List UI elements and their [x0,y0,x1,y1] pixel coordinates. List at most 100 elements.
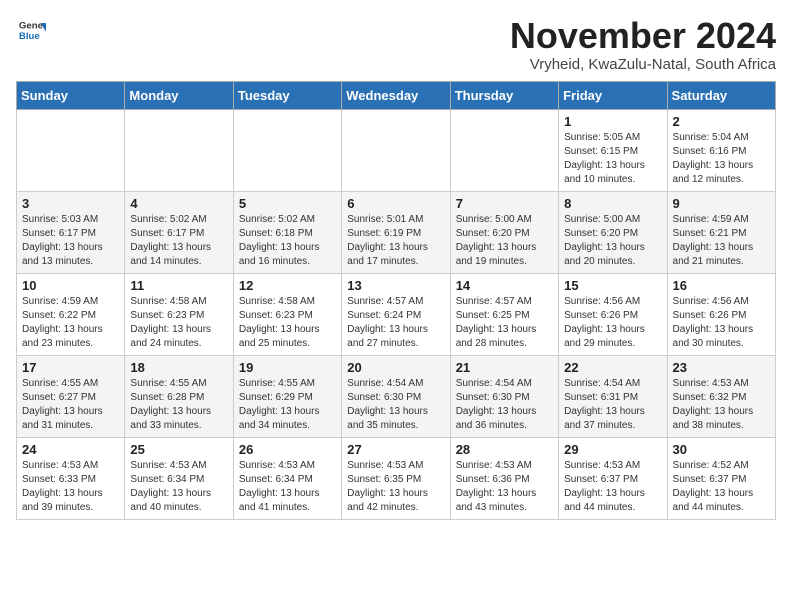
logo-icon: General Blue [18,16,46,44]
day-number: 7 [456,196,553,211]
day-number: 24 [22,442,119,457]
day-info: Sunrise: 4:53 AMSunset: 6:35 PMDaylight:… [347,459,444,515]
day-info: Sunrise: 4:58 AMSunset: 6:23 PMDaylight:… [130,295,227,351]
calendar-day-cell: 21 Sunrise: 4:54 AMSunset: 6:30 PMDayligh… [450,355,558,437]
day-info: Sunrise: 5:03 AMSunset: 6:17 PMDaylight:… [22,213,119,269]
calendar-day-cell: 23 Sunrise: 4:53 AMSunset: 6:32 PMDayligh… [667,355,775,437]
day-number: 12 [239,278,336,293]
day-info: Sunrise: 5:00 AMSunset: 6:20 PMDaylight:… [456,213,553,269]
calendar-week-row: 24Sunrise: 4:53 AMSunset: 6:33 PMDayligh… [17,437,776,519]
calendar-day-cell: 7 Sunrise: 5:00 AMSunset: 6:20 PMDaylight… [450,191,558,273]
calendar-day-cell: 20 Sunrise: 4:54 AMSunset: 6:30 PMDayligh… [342,355,450,437]
day-of-week-header: Monday [125,81,233,109]
logo: General Blue [16,16,46,49]
calendar: SundayMondayTuesdayWednesdayThursdayFrid… [16,81,776,520]
calendar-day-cell: 6Sunrise: 5:01 AMSunset: 6:19 PMDaylight… [342,191,450,273]
day-info: Sunrise: 5:05 AMSunset: 6:15 PMDaylight:… [564,131,661,187]
day-number: 6 [347,196,444,211]
day-number: 27 [347,442,444,457]
day-number: 20 [347,360,444,375]
calendar-day-cell: 28 Sunrise: 4:53 AMSunset: 6:36 PMDayligh… [450,437,558,519]
day-number: 15 [564,278,661,293]
calendar-day-cell: 5Sunrise: 5:02 AMSunset: 6:18 PMDaylight… [233,191,341,273]
day-of-week-header: Friday [559,81,667,109]
day-info: Sunrise: 4:53 AMSunset: 6:37 PMDaylight:… [564,459,661,515]
day-info: Sunrise: 4:54 AMSunset: 6:30 PMDaylight:… [347,377,444,433]
month-title: November 2024 [510,16,776,56]
day-number: 25 [130,442,227,457]
day-number: 30 [673,442,770,457]
calendar-day-cell: 25 Sunrise: 4:53 AMSunset: 6:34 PMDayligh… [125,437,233,519]
day-info: Sunrise: 5:00 AMSunset: 6:20 PMDaylight:… [564,213,661,269]
day-info: Sunrise: 4:58 AMSunset: 6:23 PMDaylight:… [239,295,336,351]
day-number: 10 [22,278,119,293]
day-info: Sunrise: 4:53 AMSunset: 6:34 PMDaylight:… [130,459,227,515]
svg-text:General: General [19,20,46,31]
day-info: Sunrise: 4:55 AMSunset: 6:27 PMDaylight:… [22,377,119,433]
day-of-week-header: Tuesday [233,81,341,109]
calendar-day-cell [450,109,558,191]
calendar-day-cell: 3 Sunrise: 5:03 AMSunset: 6:17 PMDaylight… [17,191,125,273]
day-number: 23 [673,360,770,375]
day-info: Sunrise: 4:53 AMSunset: 6:32 PMDaylight:… [673,377,770,433]
subtitle: Vryheid, KwaZulu-Natal, South Africa [510,56,776,73]
day-number: 1 [564,114,661,129]
day-number: 21 [456,360,553,375]
calendar-day-cell: 2 Sunrise: 5:04 AMSunset: 6:16 PMDaylight… [667,109,775,191]
day-info: Sunrise: 4:57 AMSunset: 6:25 PMDaylight:… [456,295,553,351]
calendar-day-cell: 9Sunrise: 4:59 AMSunset: 6:21 PMDaylight… [667,191,775,273]
day-info: Sunrise: 4:56 AMSunset: 6:26 PMDaylight:… [673,295,770,351]
day-info: Sunrise: 5:02 AMSunset: 6:17 PMDaylight:… [130,213,227,269]
day-info: Sunrise: 4:54 AMSunset: 6:30 PMDaylight:… [456,377,553,433]
day-info: Sunrise: 4:55 AMSunset: 6:28 PMDaylight:… [130,377,227,433]
calendar-week-row: 1 Sunrise: 5:05 AMSunset: 6:15 PMDaylight… [17,109,776,191]
day-number: 18 [130,360,227,375]
calendar-day-cell: 18 Sunrise: 4:55 AMSunset: 6:28 PMDayligh… [125,355,233,437]
day-of-week-header: Thursday [450,81,558,109]
day-number: 8 [564,196,661,211]
calendar-day-cell [233,109,341,191]
day-number: 14 [456,278,553,293]
day-info: Sunrise: 4:53 AMSunset: 6:36 PMDaylight:… [456,459,553,515]
calendar-header-row: SundayMondayTuesdayWednesdayThursdayFrid… [17,81,776,109]
day-number: 9 [673,196,770,211]
day-number: 13 [347,278,444,293]
day-number: 28 [456,442,553,457]
calendar-day-cell: 11Sunrise: 4:58 AMSunset: 6:23 PMDayligh… [125,273,233,355]
day-info: Sunrise: 4:53 AMSunset: 6:34 PMDaylight:… [239,459,336,515]
day-number: 26 [239,442,336,457]
calendar-day-cell [342,109,450,191]
calendar-day-cell: 15 Sunrise: 4:56 AMSunset: 6:26 PMDayligh… [559,273,667,355]
calendar-day-cell: 12 Sunrise: 4:58 AMSunset: 6:23 PMDayligh… [233,273,341,355]
calendar-day-cell: 1 Sunrise: 5:05 AMSunset: 6:15 PMDaylight… [559,109,667,191]
day-info: Sunrise: 4:57 AMSunset: 6:24 PMDaylight:… [347,295,444,351]
day-number: 19 [239,360,336,375]
day-number: 4 [130,196,227,211]
calendar-day-cell: 4 Sunrise: 5:02 AMSunset: 6:17 PMDaylight… [125,191,233,273]
day-number: 3 [22,196,119,211]
day-of-week-header: Sunday [17,81,125,109]
day-number: 16 [673,278,770,293]
calendar-day-cell: 17 Sunrise: 4:55 AMSunset: 6:27 PMDayligh… [17,355,125,437]
calendar-day-cell [17,109,125,191]
calendar-day-cell: 14 Sunrise: 4:57 AMSunset: 6:25 PMDayligh… [450,273,558,355]
calendar-day-cell: 27 Sunrise: 4:53 AMSunset: 6:35 PMDayligh… [342,437,450,519]
calendar-day-cell: 19Sunrise: 4:55 AMSunset: 6:29 PMDayligh… [233,355,341,437]
day-number: 17 [22,360,119,375]
day-number: 2 [673,114,770,129]
svg-text:Blue: Blue [19,31,40,42]
day-info: Sunrise: 5:04 AMSunset: 6:16 PMDaylight:… [673,131,770,187]
day-of-week-header: Saturday [667,81,775,109]
calendar-day-cell: 30Sunrise: 4:52 AMSunset: 6:37 PMDayligh… [667,437,775,519]
calendar-day-cell: 16 Sunrise: 4:56 AMSunset: 6:26 PMDayligh… [667,273,775,355]
calendar-day-cell: 8 Sunrise: 5:00 AMSunset: 6:20 PMDaylight… [559,191,667,273]
calendar-day-cell: 24Sunrise: 4:53 AMSunset: 6:33 PMDayligh… [17,437,125,519]
calendar-day-cell [125,109,233,191]
calendar-day-cell: 13 Sunrise: 4:57 AMSunset: 6:24 PMDayligh… [342,273,450,355]
day-of-week-header: Wednesday [342,81,450,109]
day-info: Sunrise: 4:56 AMSunset: 6:26 PMDaylight:… [564,295,661,351]
calendar-week-row: 17 Sunrise: 4:55 AMSunset: 6:27 PMDayligh… [17,355,776,437]
calendar-day-cell: 26 Sunrise: 4:53 AMSunset: 6:34 PMDayligh… [233,437,341,519]
day-info: Sunrise: 4:59 AMSunset: 6:22 PMDaylight:… [22,295,119,351]
day-number: 5 [239,196,336,211]
